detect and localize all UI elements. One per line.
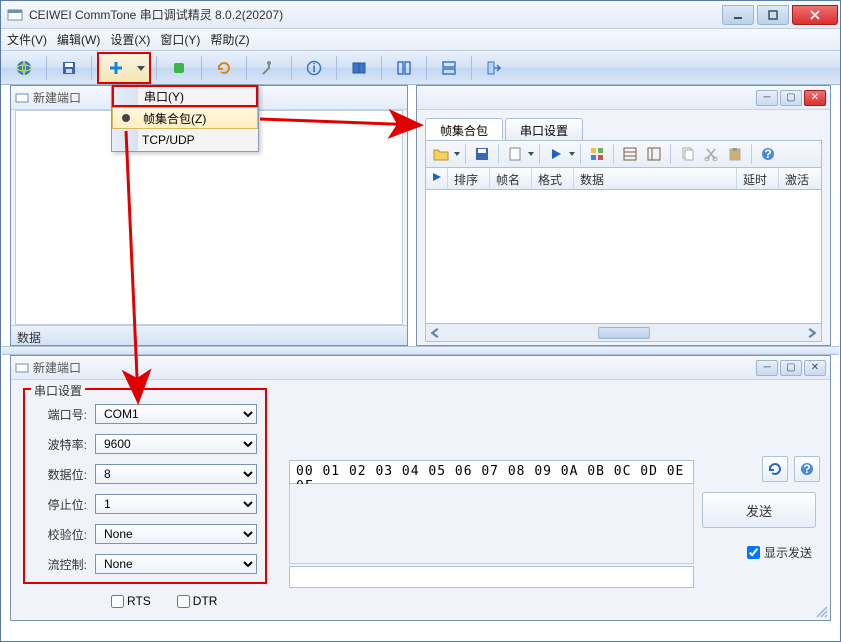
window-titlebar: CEIWEI CommTone 串口调试精灵 8.0.2(20207)	[1, 1, 840, 29]
scrollbar-thumb[interactable]	[598, 327, 650, 339]
pane-tl-status: 数据	[11, 325, 407, 345]
select-flow[interactable]: None	[95, 554, 257, 574]
select-databits[interactable]: 8	[95, 464, 257, 484]
frame-table-body	[425, 190, 822, 324]
save-button[interactable]	[52, 54, 86, 82]
save2-button[interactable]	[471, 143, 493, 165]
help-button[interactable]: ?	[757, 143, 779, 165]
pane-b-maximize[interactable]: ▢	[780, 360, 802, 376]
col-order[interactable]: 排序	[448, 168, 490, 189]
window-maximize-button[interactable]	[757, 5, 789, 25]
hex-display: 00 01 02 03 04 05 06 07 08 09 0A 0B 0C 0…	[289, 460, 694, 484]
window-title: CEIWEI CommTone 串口调试精灵 8.0.2(20207)	[29, 6, 719, 23]
h-scrollbar[interactable]	[425, 324, 822, 342]
svg-text:?: ?	[764, 147, 771, 161]
label-databits: 数据位:	[33, 466, 87, 483]
menu-file[interactable]: 文件(V)	[7, 31, 47, 48]
pane-tr-toolbar: ?	[425, 140, 822, 168]
menu-edit[interactable]: 编辑(W)	[57, 31, 100, 48]
grid-button[interactable]	[619, 143, 641, 165]
port-icon	[15, 91, 29, 105]
menu-item-frame[interactable]: 帧集合包(Z)	[112, 107, 258, 129]
menubar: 文件(V) 编辑(W) 设置(X) 窗口(Y) 帮助(Z)	[1, 29, 840, 51]
menu-item-tcp[interactable]: TCP/UDP	[112, 129, 258, 151]
fieldset-legend: 串口设置	[31, 382, 85, 399]
select-baud[interactable]: 9600	[95, 434, 257, 454]
pane-b-close[interactable]: ✕	[804, 360, 826, 376]
list-button[interactable]	[643, 143, 665, 165]
send-button[interactable]: 发送	[702, 492, 816, 528]
info-button[interactable]: i	[297, 54, 331, 82]
svg-text:i: i	[312, 61, 315, 75]
pane-b-minimize[interactable]: ─	[756, 360, 778, 376]
new-doc-button[interactable]	[504, 143, 526, 165]
tile-h-button[interactable]	[432, 54, 466, 82]
label-stopbits: 停止位:	[33, 496, 87, 513]
col-format[interactable]: 格式	[532, 168, 574, 189]
label-baud: 波特率:	[33, 436, 87, 453]
app-icon	[7, 7, 23, 23]
mdi-area: 新建端口 数据 串口(Y) 帧集合包(Z) TCP/UDP ─ ▢ ✕ 帧集合包…	[2, 85, 839, 640]
col-data[interactable]: 数据	[574, 168, 737, 189]
open-button[interactable]	[430, 143, 452, 165]
pane-frame-set: ─ ▢ ✕ 帧集合包 串口设置	[416, 85, 831, 346]
window-minimize-button[interactable]	[722, 5, 754, 25]
tool-button[interactable]	[252, 54, 286, 82]
send-textarea[interactable]	[289, 566, 694, 588]
new-dropdown-menu: 串口(Y) 帧集合包(Z) TCP/UDP	[111, 84, 259, 152]
run-button[interactable]	[162, 54, 196, 82]
menu-settings[interactable]: 设置(X)	[110, 31, 150, 48]
col-delay[interactable]: 延时	[737, 168, 779, 189]
select-stopbits[interactable]: 1	[95, 494, 257, 514]
refresh-button[interactable]	[207, 54, 241, 82]
pane-new-port-bottom: 新建端口 ─ ▢ ✕ 串口设置 端口号:COM1 波特率:9600 数据位:8 …	[10, 355, 831, 621]
select-port[interactable]: COM1	[95, 404, 257, 424]
play-button[interactable]	[545, 143, 567, 165]
menu-item-serial[interactable]: 串口(Y)	[112, 85, 258, 107]
batch-button[interactable]	[586, 143, 608, 165]
serial-settings-fieldset: 串口设置 端口号:COM1 波特率:9600 数据位:8 停止位:1 校验位:N…	[23, 388, 267, 584]
col-name[interactable]: 帧名	[490, 168, 532, 189]
globe-button[interactable]	[7, 54, 41, 82]
book-button[interactable]	[342, 54, 376, 82]
menu-window[interactable]: 窗口(Y)	[160, 31, 200, 48]
pane-tr-maximize[interactable]: ▢	[780, 90, 802, 106]
checkbox-dtr[interactable]: DTR	[177, 594, 218, 608]
cut-button[interactable]	[700, 143, 722, 165]
tab-frame-set[interactable]: 帧集合包	[425, 118, 503, 140]
reload-button[interactable]	[762, 456, 788, 482]
copy-button[interactable]	[676, 143, 698, 165]
bullet-icon	[122, 114, 130, 122]
label-parity: 校验位:	[33, 526, 87, 543]
window-close-button[interactable]	[792, 5, 838, 25]
checkbox-rts[interactable]: RTS	[111, 594, 151, 608]
svg-text:?: ?	[803, 462, 810, 476]
pane-tr-minimize[interactable]: ─	[756, 90, 778, 106]
exit-button[interactable]	[477, 54, 511, 82]
main-toolbar: i	[1, 51, 840, 85]
col-active[interactable]: 激活	[779, 168, 821, 189]
pane-tr-close[interactable]: ✕	[804, 90, 826, 106]
tab-serial-settings[interactable]: 串口设置	[505, 118, 583, 140]
label-flow: 流控制:	[33, 556, 87, 573]
tile-v-button[interactable]	[387, 54, 421, 82]
paste-button[interactable]	[724, 143, 746, 165]
h-splitter[interactable]	[2, 346, 839, 355]
checkbox-show-send[interactable]: 显示发送	[747, 544, 812, 561]
pane-b-title: 新建端口	[33, 359, 756, 376]
help2-button[interactable]: ?	[794, 456, 820, 482]
new-dropdown-button[interactable]	[97, 52, 151, 84]
frame-table-header: 排序 帧名 格式 数据 延时 激活	[425, 168, 822, 190]
select-parity[interactable]: None	[95, 524, 257, 544]
label-port: 端口号:	[33, 406, 87, 423]
menu-help[interactable]: 帮助(Z)	[210, 31, 249, 48]
resize-grip-icon[interactable]	[814, 604, 828, 618]
port-icon	[15, 361, 29, 375]
play-icon	[432, 172, 442, 182]
